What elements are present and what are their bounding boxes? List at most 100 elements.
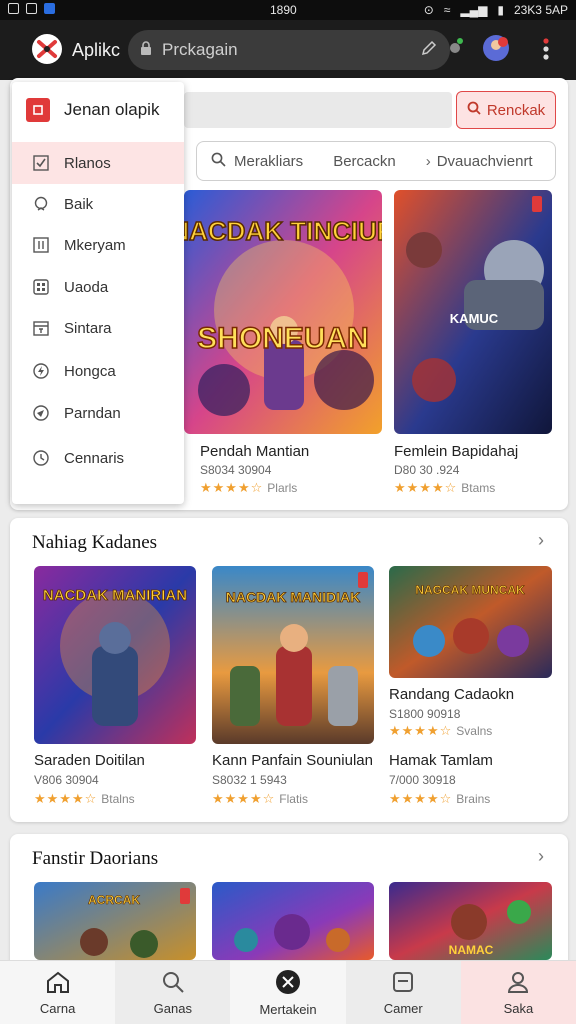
- game-id: 7/000 30918: [389, 773, 456, 787]
- nav-label: Saka: [503, 1000, 534, 1016]
- sword-icon: [275, 969, 301, 998]
- game-rating: ★★★★☆ Flatis: [212, 791, 308, 806]
- chevron-right-icon[interactable]: ›: [538, 846, 544, 867]
- art-title: NAMAC: [449, 943, 494, 957]
- location-icon: [32, 195, 50, 213]
- side-menu: Jenan olapik Rlanos Baik Mkeryam Uaoda S…: [12, 82, 184, 504]
- nav-item-search[interactable]: Ganas: [115, 961, 231, 1024]
- menu-title: Jenan olapik: [64, 100, 160, 119]
- art-title: NACDAK TINCIUR: [184, 216, 382, 246]
- menu-item[interactable]: Baik: [12, 183, 184, 225]
- extension-icon[interactable]: [448, 36, 464, 61]
- menu-item-label: Uaoda: [64, 278, 109, 296]
- filter-search-icon: [211, 152, 226, 171]
- menu-item-label: Hongca: [64, 362, 116, 380]
- app-title: Aplikc: [72, 40, 121, 60]
- menu-header: Jenan olapik: [12, 82, 184, 138]
- home-icon: [45, 970, 71, 997]
- filter-item[interactable]: Bercackn: [333, 153, 396, 170]
- menu-item[interactable]: Sintara: [12, 307, 184, 349]
- game-art[interactable]: NAMAC: [389, 882, 552, 960]
- status-right-text: 23K3 5AP: [513, 3, 568, 17]
- filter-bar: Merakliars Bercackn › Dvauachvienrt: [196, 141, 556, 181]
- game-rating: ★★★★☆ Brains: [389, 791, 491, 806]
- search-icon: [467, 101, 481, 119]
- art-title: NACDAK MANIDIAK: [226, 589, 361, 605]
- game-title[interactable]: Randang Cadaokn: [389, 686, 514, 703]
- app-logo-icon[interactable]: [32, 34, 62, 64]
- art-title: ACRCAK: [88, 893, 140, 907]
- compass-icon: [32, 404, 50, 422]
- filter-item[interactable]: Merakliars: [234, 153, 303, 170]
- game-title[interactable]: Saraden Doitilan: [34, 752, 145, 769]
- menu-item[interactable]: Mkeryam: [12, 224, 184, 266]
- game-rating: ★★★★☆ Btalns: [34, 791, 135, 806]
- menu-item[interactable]: Cennaris: [12, 437, 184, 479]
- nav-item-profile[interactable]: Saka: [460, 961, 576, 1024]
- menu-item[interactable]: Rlanos: [12, 142, 184, 184]
- nav-label: Camer: [383, 1000, 423, 1016]
- more-menu-icon[interactable]: [540, 36, 552, 67]
- game-id: S8034 30904: [200, 463, 272, 477]
- signal-icon: ▂▄▆: [460, 3, 488, 17]
- search-button-label: Renckak: [486, 101, 546, 119]
- game-art[interactable]: NACDAK MANIDIAK: [212, 566, 374, 744]
- alarm-icon: ⊙: [423, 3, 434, 17]
- battery-icon: ▮: [497, 3, 504, 17]
- filter-item[interactable]: Dvauachvienrt: [437, 153, 533, 170]
- url-input[interactable]: [162, 40, 420, 60]
- grid-icon: [32, 278, 50, 296]
- game-art[interactable]: [212, 882, 374, 960]
- app-bar: Aplikc: [0, 20, 576, 80]
- edit-icon[interactable]: [420, 39, 438, 62]
- game-title[interactable]: Kann Panfain Souniulan: [212, 752, 373, 769]
- chevron-right-icon: ›: [425, 152, 431, 170]
- game-rating: ★★★★☆ Svalns: [389, 723, 493, 738]
- game-title[interactable]: Hamak Tamlam: [389, 752, 493, 769]
- nav-item-store[interactable]: Camer: [345, 961, 461, 1024]
- search-field[interactable]: [184, 92, 452, 128]
- nav-label: Mertakein: [259, 1001, 317, 1017]
- section-title: Fanstir Daorians: [32, 848, 159, 869]
- search-icon: [161, 970, 185, 997]
- gallery-icon: [26, 3, 37, 14]
- search-button[interactable]: Renckak: [456, 91, 556, 129]
- game-title[interactable]: Femlein Bapidahaj: [394, 443, 518, 460]
- menu-item-label: Mkeryam: [64, 236, 126, 254]
- nav-label: Carna: [39, 1000, 76, 1016]
- art-subtitle: SHONEUAN: [197, 322, 369, 355]
- avatar[interactable]: [482, 34, 510, 67]
- game-rating: ★★★★☆ Btams: [394, 480, 496, 495]
- game-art[interactable]: NACDAK MANIRIAN: [34, 566, 196, 744]
- game-art[interactable]: ACRCAK: [34, 882, 196, 960]
- status-time: 1890: [270, 3, 297, 17]
- nav-item-play[interactable]: Mertakein: [230, 961, 345, 1024]
- bottom-nav: Carna Ganas Mertakein Camer Saka: [0, 960, 576, 1024]
- art-title: NAGCAK MUNCAK: [415, 583, 525, 597]
- notification-icon: [8, 3, 19, 14]
- app-notification-icon: [44, 3, 55, 14]
- store-icon: [391, 970, 415, 997]
- menu-logo-icon: [26, 98, 50, 122]
- chevron-right-icon[interactable]: ›: [538, 530, 544, 551]
- menu-item[interactable]: Uaoda: [12, 266, 184, 308]
- url-bar[interactable]: [128, 30, 450, 70]
- game-id: S8032 1 5943: [212, 773, 287, 787]
- menu-item[interactable]: Parndan: [12, 392, 184, 434]
- profile-icon: [506, 970, 530, 997]
- game-art[interactable]: KAMUC: [394, 190, 552, 434]
- calendar-icon: [32, 319, 50, 337]
- game-art[interactable]: NAGCAK MUNCAK: [389, 566, 552, 678]
- menu-item-label: Baik: [64, 195, 94, 213]
- menu-item[interactable]: Hongca: [12, 350, 184, 392]
- game-id: S1800 90918: [389, 707, 461, 721]
- art-title: NACDAK MANIRIAN: [43, 587, 187, 604]
- art-subtitle: KAMUC: [450, 311, 499, 326]
- game-art[interactable]: NACDAK TINCIUR SHONEUAN: [184, 190, 382, 434]
- menu-item-label: Sintara: [64, 319, 112, 337]
- nav-item-home[interactable]: Carna: [0, 961, 115, 1024]
- rating-stars-icon: ★★★★☆: [394, 480, 458, 495]
- game-title[interactable]: Pendah Mantian: [200, 443, 309, 460]
- menu-item-label: Rlanos: [64, 154, 111, 172]
- wifi-icon: ≈: [443, 3, 451, 17]
